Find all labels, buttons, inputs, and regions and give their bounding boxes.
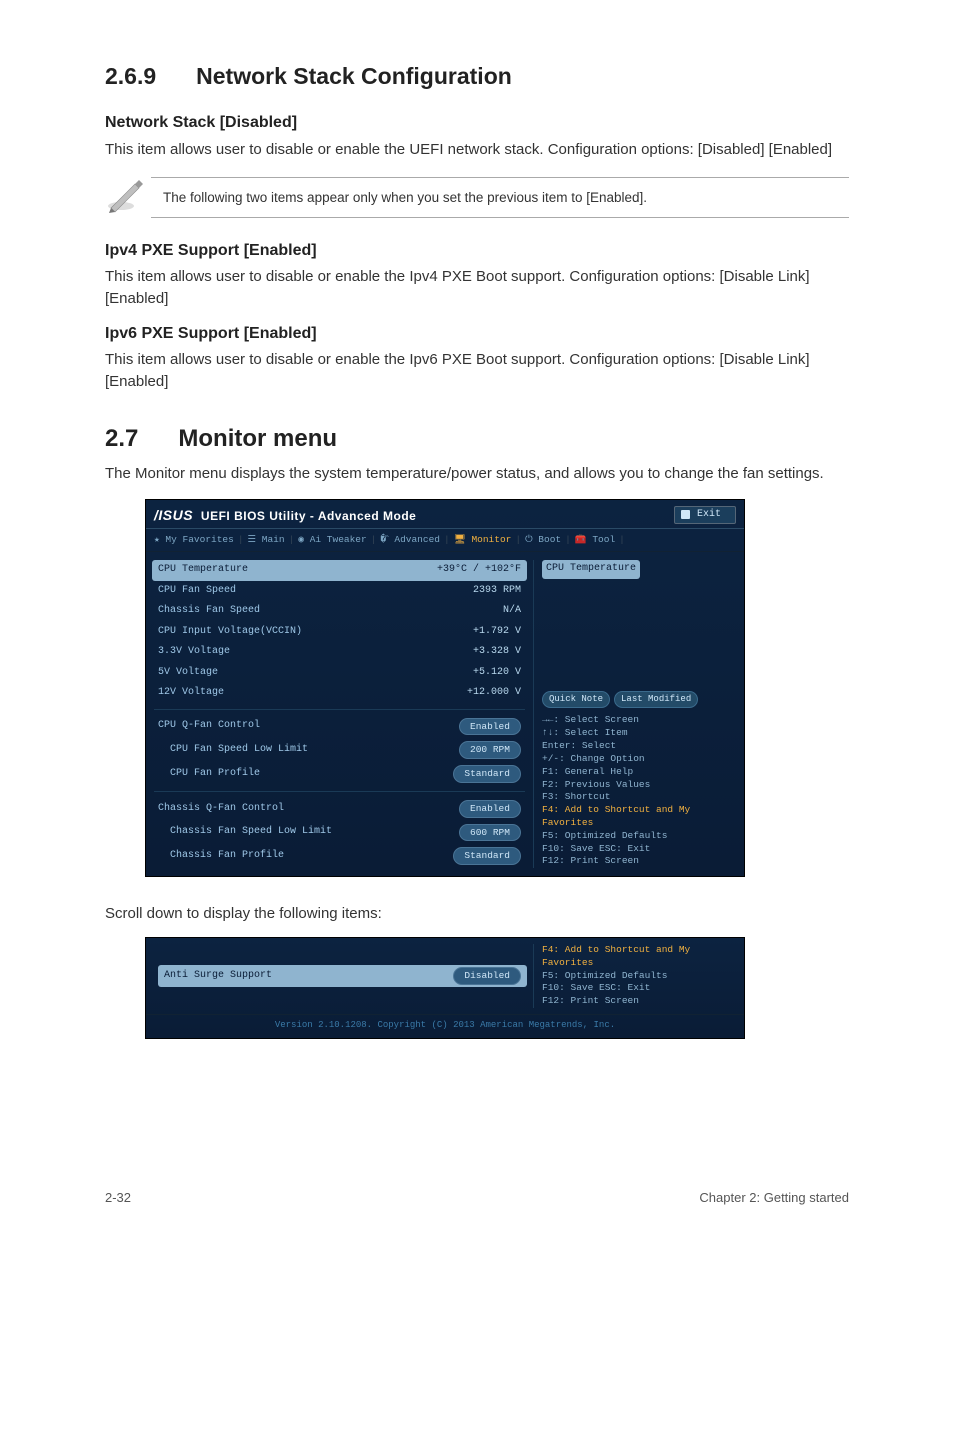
bios-title-text: UEFI BIOS Utility - Advanced Mode xyxy=(201,509,416,523)
bios-right-panel: CPU Temperature Quick Note Last Modified… xyxy=(533,560,738,868)
asus-logo: /ISUS xyxy=(154,507,193,523)
tab-ai-tweaker[interactable]: ◉ Ai Tweaker xyxy=(298,533,366,547)
row-chassis-fan-profile[interactable]: Chassis Fan Profile Standard xyxy=(152,844,527,868)
row-chassis-fan-low-limit[interactable]: Chassis Fan Speed Low Limit 600 RPM xyxy=(152,821,527,845)
tab-monitor[interactable]: 🖥 Monitor xyxy=(454,533,512,547)
note-block: The following two items appear only when… xyxy=(105,174,849,221)
row-cpu-fan-speed[interactable]: CPU Fan Speed 2393 RPM xyxy=(152,581,527,602)
bios-left-panel: CPU Temperature +39°C / +102°F CPU Fan S… xyxy=(152,560,533,868)
quick-note-button[interactable]: Quick Note xyxy=(542,691,610,708)
page-footer: 2-32 Chapter 2: Getting started xyxy=(0,1189,954,1208)
tab-boot[interactable]: ⏻ Boot xyxy=(525,533,561,547)
divider xyxy=(154,709,525,710)
bios-title: /ISUS UEFI BIOS Utility - Advanced Mode xyxy=(154,505,416,525)
pill-standard[interactable]: Standard xyxy=(453,765,521,783)
row-cpu-fan-low-limit[interactable]: CPU Fan Speed Low Limit 200 RPM xyxy=(152,738,527,762)
pill-standard[interactable]: Standard xyxy=(453,847,521,865)
pill-enabled[interactable]: Enabled xyxy=(459,718,521,736)
bios2-left: Anti Surge Support Disabled xyxy=(152,944,533,1008)
pencil-note-icon xyxy=(105,174,151,221)
row-anti-surge[interactable]: Anti Surge Support Disabled xyxy=(158,965,527,987)
bios-titlebar: /ISUS UEFI BIOS Utility - Advanced Mode … xyxy=(146,500,744,529)
bios2-right: F4: Add to Shortcut and My Favorites F5:… xyxy=(533,944,738,1008)
ipv6-body: This item allows user to disable or enab… xyxy=(105,349,849,393)
row-33v[interactable]: 3.3V Voltage +3.328 V xyxy=(152,642,527,663)
section-27-title: Monitor menu xyxy=(178,425,337,452)
pill-200rpm[interactable]: 200 RPM xyxy=(459,741,521,759)
tab-advanced[interactable]: �⳿ Advanced xyxy=(380,533,440,547)
row-cpu-input-voltage[interactable]: CPU Input Voltage(VCCIN) +1.792 V xyxy=(152,622,527,643)
bios-tabs: ★ My Favorites| ☰ Main| ◉ Ai Tweaker| �⳿… xyxy=(146,529,744,552)
row-cpu-qfan-control[interactable]: CPU Q-Fan Control Enabled xyxy=(152,715,527,739)
divider xyxy=(154,791,525,792)
bios-screenshot: /ISUS UEFI BIOS Utility - Advanced Mode … xyxy=(145,499,745,877)
network-stack-heading: Network Stack [Disabled] xyxy=(105,111,849,134)
ipv4-body: This item allows user to disable or enab… xyxy=(105,266,849,310)
row-chassis-fan-speed[interactable]: Chassis Fan Speed N/A xyxy=(152,601,527,622)
scroll-caption: Scroll down to display the following ite… xyxy=(105,903,849,925)
bios-version-footer: Version 2.10.1208. Copyright (C) 2013 Am… xyxy=(146,1014,744,1038)
section-27-number: 2.7 xyxy=(105,422,138,457)
tab-main[interactable]: ☰ Main xyxy=(248,533,285,547)
ipv6-heading: Ipv6 PXE Support [Enabled] xyxy=(105,322,849,345)
row-5v[interactable]: 5V Voltage +5.120 V xyxy=(152,663,527,684)
pill-disabled[interactable]: Disabled xyxy=(453,967,521,985)
section-269-heading: 2.6.9 Network Stack Configuration xyxy=(105,60,849,93)
pill-600rpm[interactable]: 600 RPM xyxy=(459,824,521,842)
page-number: 2-32 xyxy=(105,1189,131,1208)
row-12v[interactable]: 12V Voltage +12.000 V xyxy=(152,683,527,704)
row-chassis-qfan-control[interactable]: Chassis Q-Fan Control Enabled xyxy=(152,797,527,821)
help-shortcuts: →←: Select Screen ↑↓: Select Item Enter:… xyxy=(542,714,738,868)
section-269-title: Network Stack Configuration xyxy=(196,63,512,89)
exit-button[interactable]: Exit xyxy=(674,506,736,525)
bios-screenshot-continued: Anti Surge Support Disabled F4: Add to S… xyxy=(145,937,745,1039)
pill-enabled[interactable]: Enabled xyxy=(459,800,521,818)
note-text: The following two items appear only when… xyxy=(151,177,849,219)
ipv4-heading: Ipv4 PXE Support [Enabled] xyxy=(105,239,849,262)
chapter-label: Chapter 2: Getting started xyxy=(699,1189,849,1208)
row-cpu-temperature[interactable]: CPU Temperature +39°C / +102°F xyxy=(152,560,527,581)
right-description: CPU Temperature xyxy=(542,560,640,579)
section-27-intro: The Monitor menu displays the system tem… xyxy=(105,463,849,485)
last-modified-button[interactable]: Last Modified xyxy=(614,691,698,708)
network-stack-body: This item allows user to disable or enab… xyxy=(105,139,849,161)
section-27-heading: 2.7 Monitor menu xyxy=(105,422,849,457)
tab-favorites[interactable]: ★ My Favorites xyxy=(154,533,234,547)
row-cpu-fan-profile[interactable]: CPU Fan Profile Standard xyxy=(152,762,527,786)
tab-tool[interactable]: 🧰 Tool xyxy=(575,533,615,547)
section-269-number: 2.6.9 xyxy=(105,60,156,93)
